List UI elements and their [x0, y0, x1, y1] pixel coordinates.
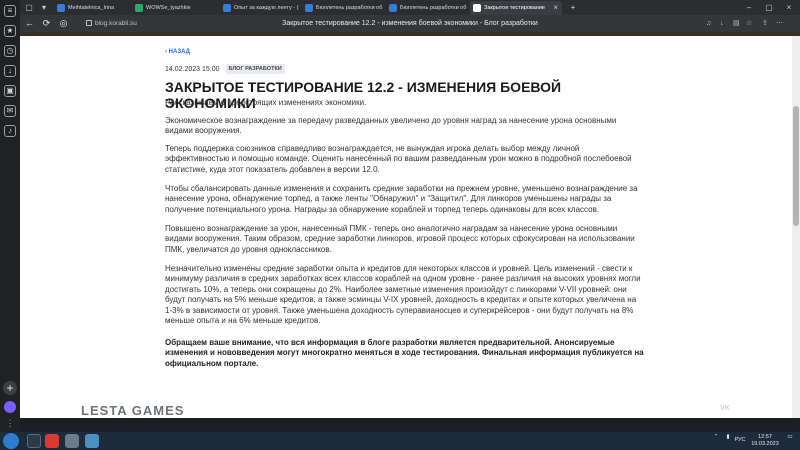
history-icon[interactable]: ◷ [4, 45, 16, 57]
tab-1[interactable]: Meihtatelnica_Irina [54, 1, 130, 15]
minimize-icon[interactable]: – [742, 1, 756, 14]
browser-task-icon[interactable] [45, 434, 59, 448]
music-icon[interactable]: ♪ [4, 125, 16, 137]
start-button[interactable] [3, 433, 19, 449]
article-paragraph: Чтобы сбалансировать данные изменения и … [165, 184, 638, 214]
tab-favicon-icon [473, 4, 481, 12]
clock[interactable]: 12:57 19.03.2023 [749, 434, 781, 448]
address-bar: ← ⟳ ◎ Закрытое тестирование 12.2 - измен… [20, 15, 800, 32]
page: ‹ НАЗАД 14.02.2023 15:00 БЛОГ РАЗРАБОТКИ… [20, 32, 800, 432]
tab-3[interactable]: Опыт за каждую ленту - ( [220, 1, 300, 15]
share-icon[interactable]: ⇪ [762, 17, 768, 30]
assistant-icon[interactable] [4, 401, 16, 413]
tab-favicon-icon [223, 4, 231, 12]
article-paragraph: Экономическое вознаграждение за передачу… [165, 116, 617, 136]
download-icon[interactable]: ↓ [720, 17, 724, 30]
article-paragraph: Рассказываем о предстоящих изменениях эк… [165, 98, 367, 107]
clock-time: 12:57 [758, 434, 772, 440]
headphones-icon[interactable]: ♫ [706, 17, 711, 30]
tab-4[interactable]: Бюллетень разработки об [302, 1, 384, 15]
tab-favicon-icon [57, 4, 65, 12]
maximize-icon[interactable]: ▢ [762, 1, 776, 14]
lock-icon [86, 20, 92, 26]
tab-favicon-icon [305, 4, 313, 12]
new-tab-icon[interactable]: + [566, 1, 580, 14]
os-taskbar: ⌃ ▮ РУС 12:57 19.03.2023 ▭ [0, 432, 800, 450]
tab-bar: ▢ ▾ Meihtatelnica_Irina WOWSe_tyazhkie О… [20, 0, 800, 15]
collections-icon[interactable]: ▣ [4, 85, 16, 97]
tab-active[interactable]: Закрытое тестирование × [470, 1, 562, 15]
network-icon[interactable]: ▮ [723, 434, 733, 441]
article-notice: Обращаем ваше внимание, что вся информац… [165, 338, 644, 368]
tab-favicon-icon [135, 4, 143, 12]
mail-icon[interactable]: ✉ [4, 105, 16, 117]
close-tab-icon[interactable]: × [553, 1, 558, 15]
footer-brand-logo[interactable]: LESTA GAMES [81, 403, 184, 418]
bookmark-icon[interactable]: ☆ [746, 17, 752, 30]
menu-icon[interactable]: ⋯ [776, 17, 783, 30]
bookmarks-icon[interactable]: ★ [4, 25, 16, 37]
tray-up-icon[interactable]: ⌃ [711, 434, 721, 441]
tab-list-icon[interactable]: ▾ [37, 1, 51, 14]
downloads-icon[interactable]: ↓ [4, 65, 16, 77]
tab-menu-icon[interactable]: ▢ [22, 1, 36, 14]
extensions-icon[interactable]: ▤ [733, 17, 740, 30]
notifications-icon[interactable]: ▭ [784, 434, 796, 441]
clock-date: 19.03.2023 [751, 441, 779, 447]
back-link[interactable]: ‹ НАЗАД [165, 49, 190, 55]
article-paragraph: Теперь поддержка союзников справедливо в… [165, 144, 632, 174]
url-field[interactable]: blog.korabli.su [86, 17, 152, 30]
close-window-icon[interactable]: × [782, 1, 796, 14]
apps-grid-icon[interactable]: ⋮ [5, 418, 15, 428]
tab-favicon-icon [389, 4, 397, 12]
article-meta: 14.02.2023 15:00 БЛОГ РАЗРАБОТКИ [165, 64, 285, 74]
page-scrollbar[interactable] [792, 36, 800, 418]
add-panel-icon[interactable]: + [3, 381, 17, 395]
vk-icon[interactable]: VK [717, 403, 733, 414]
language-indicator[interactable]: РУС [733, 437, 747, 444]
article-paragraph: Незначительно изменены средние заработки… [165, 264, 641, 326]
article-date: 14.02.2023 15:00 [165, 65, 220, 73]
article-paragraph: Повышено вознаграждение за урон, нанесен… [165, 224, 635, 254]
article-card: ‹ НАЗАД 14.02.2023 15:00 БЛОГ РАЗРАБОТКИ… [20, 36, 800, 418]
browser-sidebar: ≡ ★ ◷ ↓ ▣ ✉ ♪ + ⋮ [0, 0, 20, 432]
tab-2[interactable]: WOWSe_tyazhkie [132, 1, 218, 15]
article-tag[interactable]: БЛОГ РАЗРАБОТКИ [225, 64, 285, 74]
tab-5[interactable]: Бюллетень разработки об [386, 1, 468, 15]
app-task-icon[interactable] [85, 434, 99, 448]
chat-task-icon[interactable] [65, 434, 79, 448]
site-footer [20, 418, 800, 432]
scroll-thumb[interactable] [793, 106, 799, 226]
taskview-icon[interactable] [27, 434, 41, 448]
vertical-tabs-icon[interactable]: ≡ [4, 5, 16, 17]
